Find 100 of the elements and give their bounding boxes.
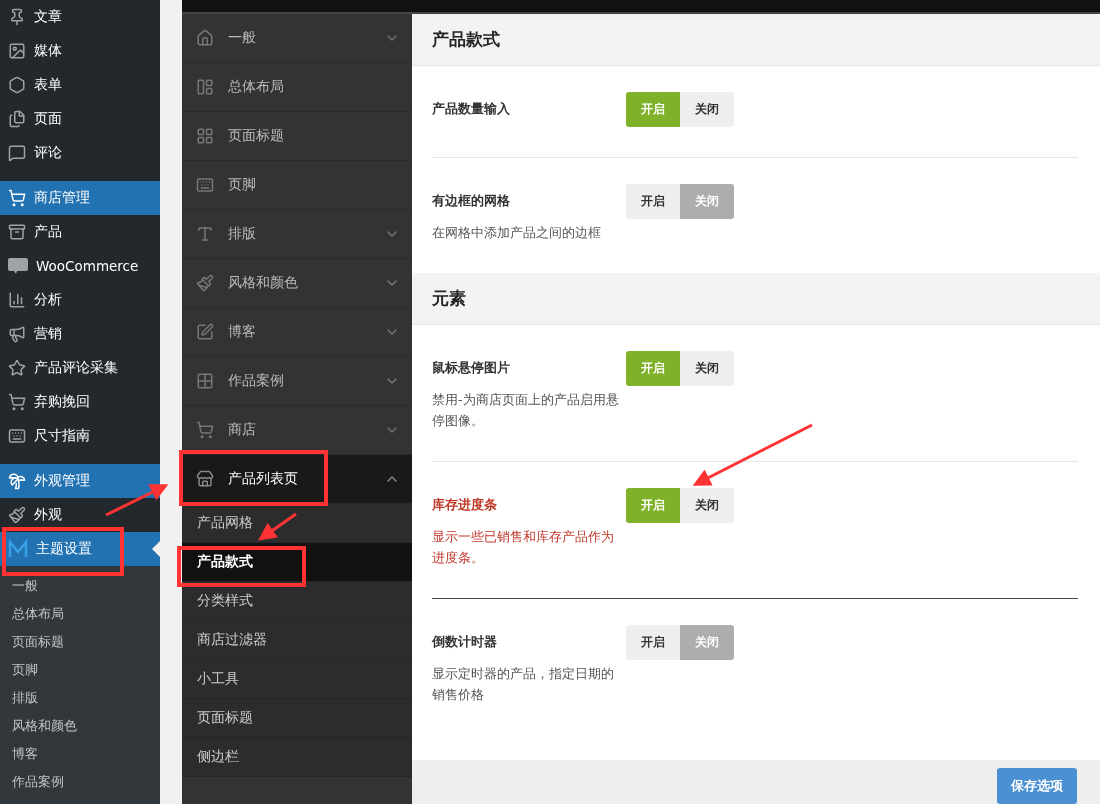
- options-menu-label: 页脚: [228, 176, 257, 194]
- keyboard-icon: [8, 427, 26, 445]
- options-submenu-item[interactable]: 产品网格: [182, 504, 412, 543]
- annotation-arrow: [105, 484, 169, 517]
- pin-icon: [8, 8, 26, 26]
- menu-item-label: 媒体: [34, 42, 62, 60]
- option-description: 显示定时器的产品，指定日期的销售价格: [432, 665, 615, 704]
- hexagon-icon: [8, 76, 26, 94]
- menu-item-label: 营销: [34, 325, 62, 343]
- keyboard-icon: [196, 176, 214, 194]
- menu-item[interactable]: 媒体: [0, 34, 160, 68]
- option-title: 鼠标悬停图片: [432, 359, 511, 377]
- options-submenu-item[interactable]: 页面标题: [182, 699, 412, 738]
- layout-icon: [196, 78, 214, 96]
- options-menu-label: 一般: [228, 29, 257, 47]
- menu-item-label: 表单: [34, 76, 62, 94]
- brush-icon: [8, 506, 26, 524]
- options-menu-label: 总体布局: [228, 78, 285, 96]
- options-menu-label: 排版: [228, 225, 257, 243]
- woo-icon: [8, 258, 28, 274]
- pages-icon: [8, 110, 26, 128]
- menu-item[interactable]: 评论: [0, 136, 160, 170]
- menu-item[interactable]: 尺寸指南: [0, 419, 160, 453]
- menu-item[interactable]: 外观: [0, 498, 160, 532]
- section-header: 产品款式: [412, 14, 1100, 66]
- menu-item[interactable]: 产品评论采集: [0, 351, 160, 385]
- annotation-arrow: [258, 512, 297, 541]
- grid-icon: [196, 372, 214, 390]
- menu-item-label: 外观管理: [34, 472, 90, 490]
- section-header: 元素: [412, 273, 1100, 325]
- options-menu-item[interactable]: 产品列表页: [182, 455, 412, 504]
- option-description: 在网格中添加产品之间的边框: [432, 224, 602, 242]
- cart-icon: [8, 393, 26, 411]
- menu-item[interactable]: 分析: [0, 283, 160, 317]
- option-description: 禁用-为商店页面上的产品启用悬停图像。: [432, 391, 620, 430]
- options-submenu-item[interactable]: 产品款式: [182, 543, 412, 582]
- options-menu-label: 博客: [228, 323, 257, 341]
- on-button[interactable]: 开启: [626, 184, 680, 219]
- menu-item-label: 弃购挽回: [34, 393, 90, 411]
- options-menu-label: 风格和颜色: [228, 274, 299, 292]
- menu-item[interactable]: 页面: [0, 102, 160, 136]
- store-icon: [196, 470, 214, 488]
- bar-chart-icon: [8, 291, 26, 309]
- off-button[interactable]: 关闭: [680, 351, 734, 386]
- menu-item[interactable]: 表单: [0, 68, 160, 102]
- m-logo-icon: [8, 539, 28, 559]
- current-pointer-icon: [152, 541, 160, 557]
- on-button[interactable]: 开启: [626, 625, 680, 660]
- menu-item[interactable]: 文章: [0, 0, 160, 34]
- menu-item-label: 尺寸指南: [34, 427, 90, 445]
- options-menu-label: 产品列表页: [228, 470, 299, 488]
- edit-icon: [196, 323, 214, 341]
- menu-item-label: 评论: [34, 144, 62, 162]
- menu-item-label: WooCommerce: [36, 258, 139, 274]
- palm-tree-icon: [8, 472, 26, 490]
- option-title: 产品数量输入: [432, 100, 511, 118]
- submenu-item[interactable]: 页脚: [0, 656, 160, 684]
- submenu-item[interactable]: 风格和颜色: [0, 712, 160, 740]
- cart-icon: [8, 189, 26, 207]
- menu-item-label: 文章: [34, 8, 62, 26]
- letter-icon: [196, 225, 214, 243]
- submenu-item[interactable]: 一般: [0, 572, 160, 600]
- submenu-item[interactable]: 总体布局: [0, 600, 160, 628]
- off-button[interactable]: 关闭: [680, 488, 734, 523]
- menu-item[interactable]: 营销: [0, 317, 160, 351]
- menu-item[interactable]: 商店管理: [0, 181, 160, 215]
- options-submenu-item[interactable]: 分类样式: [182, 582, 412, 621]
- cart-icon: [196, 421, 214, 439]
- options-menu-label: 作品案例: [228, 372, 285, 390]
- option-title: 倒数计时器: [432, 633, 498, 651]
- megaphone-icon: [8, 325, 26, 343]
- menu-item[interactable]: 主题设置: [0, 532, 160, 566]
- menu-item-label: 产品评论采集: [34, 359, 118, 377]
- menu-item-label: 分析: [34, 291, 62, 309]
- submenu-item[interactable]: 博客: [0, 740, 160, 768]
- option-title: 库存进度条: [432, 496, 498, 514]
- submenu-item[interactable]: 作品案例: [0, 768, 160, 796]
- menu-item[interactable]: 外观管理: [0, 464, 160, 498]
- options-menu-label: 商店: [228, 421, 257, 439]
- comment-icon: [8, 144, 26, 162]
- menu-item[interactable]: 产品: [0, 215, 160, 249]
- menu-item-label: 页面: [34, 110, 62, 128]
- menu-item-label: 商店管理: [34, 189, 90, 207]
- options-submenu-item[interactable]: 侧边栏: [182, 738, 412, 777]
- off-button[interactable]: 关闭: [680, 92, 734, 127]
- menu-item[interactable]: WooCommerce: [0, 249, 160, 283]
- option-description: 显示一些已销售和库存产品作为进度条。: [432, 528, 615, 567]
- options-submenu-item[interactable]: 小工具: [182, 660, 412, 699]
- menu-item-label: 主题设置: [36, 540, 92, 558]
- menu-item[interactable]: 弃购挽回: [0, 385, 160, 419]
- options-menu-label: 页面标题: [228, 127, 285, 145]
- home-icon: [196, 29, 214, 47]
- menu-item-label: 外观: [34, 506, 62, 524]
- options-submenu-item[interactable]: 商店过滤器: [182, 621, 412, 660]
- grid-icon: [196, 127, 214, 145]
- brush-icon: [196, 274, 214, 292]
- submenu-item[interactable]: 页面标题: [0, 628, 160, 656]
- archive-icon: [8, 223, 26, 241]
- option-title: 有边框的网格: [432, 192, 511, 210]
- submenu-item[interactable]: 排版: [0, 684, 160, 712]
